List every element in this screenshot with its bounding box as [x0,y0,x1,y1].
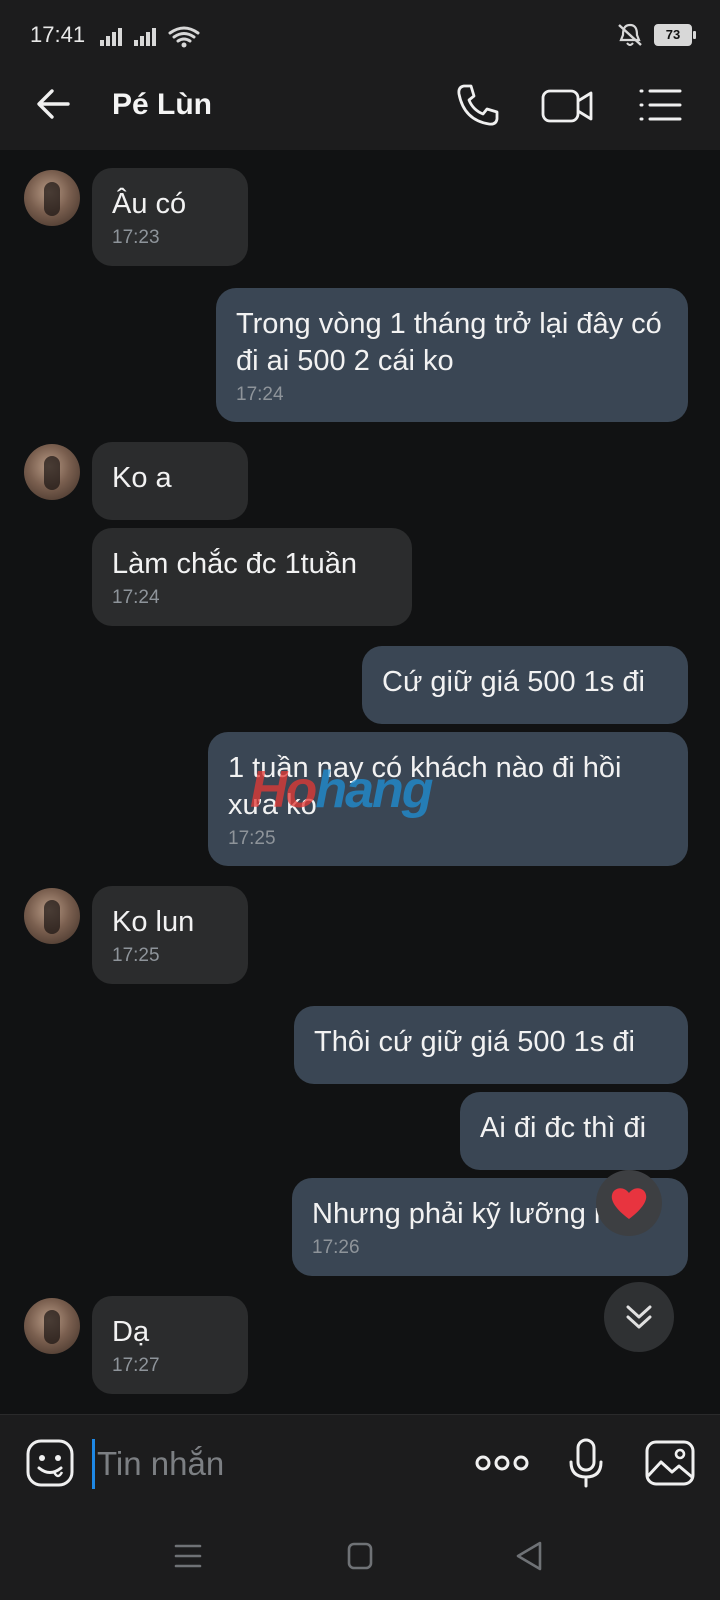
back-nav-icon[interactable] [510,1538,550,1574]
chat-header: Pé Lùn [0,56,720,150]
contact-name[interactable]: Pé Lùn [112,88,212,122]
message-text: Ko lun [112,906,195,938]
message-input[interactable] [92,1439,439,1489]
status-bar: 17:41 73 [0,0,720,56]
message-text: Dạ [112,1316,150,1348]
home-icon[interactable] [340,1538,380,1574]
battery-icon: 73 [654,24,696,46]
message-list[interactable]: Âu có 17:23 Trong vòng 1 tháng trở lại đ… [0,150,720,1414]
avatar[interactable] [24,444,80,500]
message-bubble-outgoing[interactable]: Thôi cứ giữ giá 500 1s đi [294,1006,688,1084]
message-text: Âu có [112,188,187,220]
avatar[interactable] [24,170,80,226]
message-text: Trong vòng 1 tháng trở lại đây có đi ai … [236,308,662,377]
watermark: Hohang [250,761,434,819]
microphone-icon[interactable] [566,1437,606,1489]
message-bubble-incoming[interactable]: Ko lun 17:25 [92,886,248,984]
avatar[interactable] [24,1298,80,1354]
reaction-badge[interactable] [596,1170,662,1236]
mute-bell-icon [618,23,642,46]
message-time: 17:27 [112,1355,160,1376]
message-time: 17:24 [112,587,160,608]
message-bubble-incoming[interactable]: Dạ 17:27 [92,1296,248,1394]
scroll-to-bottom-button[interactable] [604,1282,674,1352]
message-bubble-outgoing[interactable]: Ai đi đc thì đi [460,1092,688,1170]
menu-list-icon[interactable] [636,80,686,130]
message-bubble-incoming[interactable]: Ko a [92,442,248,520]
message-text: Làm chắc đc 1tuần [112,548,358,580]
message-bubble-incoming[interactable]: Làm chắc đc 1tuần 17:24 [92,528,412,626]
status-time: 17:41 [30,22,86,47]
message-bubble-outgoing[interactable]: Trong vòng 1 tháng trở lại đây có đi ai … [216,288,688,422]
heart-icon [611,1188,647,1219]
signal-wifi-icons [100,26,200,48]
double-chevron-down-icon [626,1305,652,1329]
message-time: 17:25 [112,945,160,966]
back-arrow-icon[interactable] [32,82,76,126]
system-navigation-bar [0,1514,720,1600]
image-icon[interactable] [644,1437,696,1489]
phone-icon[interactable] [452,80,502,130]
message-text: Thôi cứ giữ giá 500 1s đi [314,1026,635,1058]
recent-apps-icon[interactable] [168,1538,208,1574]
message-time: 17:25 [228,828,276,849]
message-text: Cứ giữ giá 500 1s đi [382,666,645,698]
message-bubble-outgoing[interactable]: Cứ giữ giá 500 1s đi [362,646,688,724]
video-camera-icon[interactable] [540,80,596,130]
message-text: Ai đi đc thì đi [480,1112,647,1144]
avatar[interactable] [24,888,80,944]
message-text: Ko a [112,462,172,494]
more-icon[interactable] [474,1437,530,1489]
message-composer [0,1414,720,1515]
message-time: 17:23 [112,227,160,248]
emoji-icon[interactable] [24,1437,76,1489]
message-bubble-incoming[interactable]: Âu có 17:23 [92,168,248,266]
message-time: 17:24 [236,384,284,405]
message-time: 17:26 [312,1237,360,1258]
